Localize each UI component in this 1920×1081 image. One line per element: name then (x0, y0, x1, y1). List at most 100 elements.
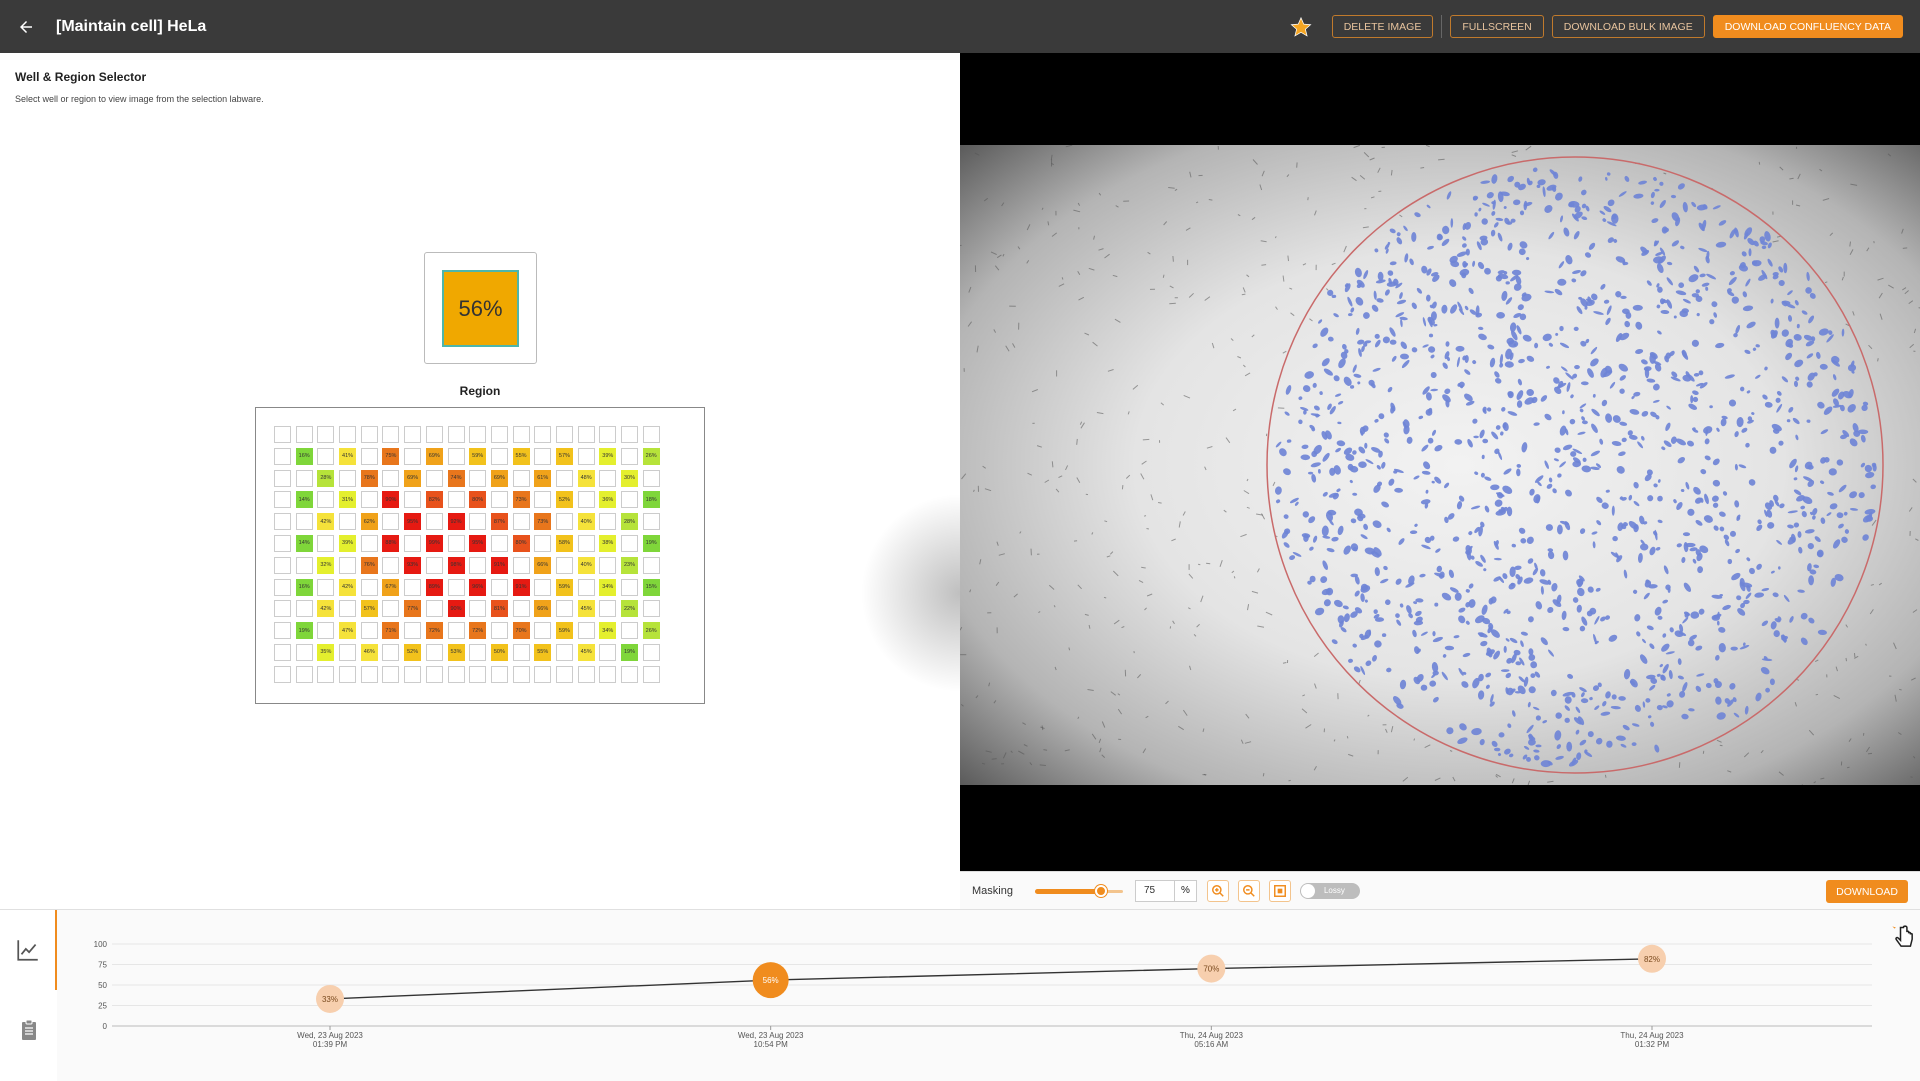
plate-region-cell[interactable]: 15% (643, 579, 660, 596)
plate-region-cell[interactable] (361, 622, 378, 639)
plate-region-cell[interactable] (599, 666, 616, 683)
plate-region-cell[interactable]: 14% (296, 491, 313, 508)
plate-region-cell[interactable]: 77% (404, 600, 421, 617)
download-confluency-data-button[interactable]: DOWNLOAD CONFLUENCY DATA (1713, 15, 1903, 38)
plate-region-cell[interactable] (491, 622, 508, 639)
plate-region-cell[interactable] (599, 426, 616, 443)
plate-region-cell[interactable] (556, 426, 573, 443)
plate-region-cell[interactable] (469, 666, 486, 683)
plate-region-cell[interactable]: 53% (448, 644, 465, 661)
plate-region-cell[interactable] (556, 513, 573, 530)
plate-region-cell[interactable] (491, 579, 508, 596)
plate-region-cell[interactable] (317, 535, 334, 552)
rail-item-chart[interactable] (0, 910, 57, 990)
plate-region-cell[interactable]: 62% (361, 513, 378, 530)
plate-region-cell[interactable] (513, 666, 530, 683)
plate-region-cell[interactable] (491, 426, 508, 443)
plate-region-cell[interactable] (643, 644, 660, 661)
plate-region-cell[interactable] (469, 513, 486, 530)
plate-region-cell[interactable]: 52% (404, 644, 421, 661)
lossy-toggle[interactable]: Lossy (1300, 883, 1360, 899)
masking-value-input[interactable] (1135, 880, 1175, 902)
plate-region-cell[interactable] (491, 448, 508, 465)
plate-region-cell[interactable] (296, 557, 313, 574)
plate-region-cell[interactable] (469, 426, 486, 443)
plate-region-cell[interactable]: 19% (296, 622, 313, 639)
plate-region-cell[interactable] (643, 513, 660, 530)
plate-region-cell[interactable] (513, 644, 530, 661)
plate-region-cell[interactable]: 75% (382, 448, 399, 465)
plate-region-cell[interactable]: 22% (621, 600, 638, 617)
plate-region-cell[interactable] (448, 448, 465, 465)
plate-region-cell[interactable]: 99% (426, 535, 443, 552)
plate-region-cell[interactable]: 93% (404, 557, 421, 574)
fullscreen-button[interactable]: FULLSCREEN (1450, 15, 1543, 38)
plate-region-cell[interactable] (361, 426, 378, 443)
plate-region-cell[interactable] (643, 470, 660, 487)
plate-region-cell[interactable]: 88% (382, 535, 399, 552)
plate-region-cell[interactable]: 34% (599, 622, 616, 639)
plate-region-cell[interactable] (382, 426, 399, 443)
plate-region-cell[interactable] (296, 470, 313, 487)
plate-region-cell[interactable] (404, 448, 421, 465)
plate-region-cell[interactable] (274, 448, 291, 465)
plate-region-cell[interactable] (382, 513, 399, 530)
plate-region-cell[interactable]: 18% (643, 491, 660, 508)
plate-region-cell[interactable] (339, 426, 356, 443)
plate-region-cell[interactable] (426, 426, 443, 443)
plate-region-cell[interactable]: 39% (599, 448, 616, 465)
plate-region-cell[interactable] (469, 600, 486, 617)
plate-region-cell[interactable] (426, 513, 443, 530)
confluency-line-chart[interactable]: 100755025033%Wed, 23 Aug 202301:39 PM56%… (57, 910, 1920, 1081)
plate-region-cell[interactable]: 69% (426, 448, 443, 465)
plate-region-cell[interactable]: 45% (578, 600, 595, 617)
plate-region-cell[interactable] (578, 622, 595, 639)
plate-region-cell[interactable]: 36% (599, 491, 616, 508)
plate-region-cell[interactable] (643, 666, 660, 683)
plate-region-cell[interactable]: 52% (556, 491, 573, 508)
plate-region-cell[interactable] (469, 644, 486, 661)
plate-region-cell[interactable]: 28% (621, 513, 638, 530)
plate-region-cell[interactable] (599, 470, 616, 487)
plate-region-cell[interactable]: 81% (491, 600, 508, 617)
plate-region-cell[interactable]: 59% (556, 622, 573, 639)
plate-region-cell[interactable] (621, 579, 638, 596)
plate-region-cell[interactable] (404, 666, 421, 683)
plate-region-cell[interactable] (274, 557, 291, 574)
plate-region-cell[interactable] (274, 579, 291, 596)
plate-region-cell[interactable] (361, 448, 378, 465)
plate-region-cell[interactable]: 26% (643, 448, 660, 465)
plate-region-cell[interactable]: 16% (296, 448, 313, 465)
plate-region-cell[interactable] (404, 535, 421, 552)
plate-region-cell[interactable] (513, 470, 530, 487)
plate-region-cell[interactable] (339, 557, 356, 574)
plate-region-cell[interactable] (274, 470, 291, 487)
plate-region-cell[interactable] (296, 644, 313, 661)
plate-region-cell[interactable]: 72% (469, 622, 486, 639)
plate-region-cell[interactable] (382, 644, 399, 661)
plate-region-cell[interactable] (404, 622, 421, 639)
plate-region-cell[interactable]: 47% (339, 622, 356, 639)
plate-region-cell[interactable] (578, 666, 595, 683)
plate-region-cell[interactable] (534, 535, 551, 552)
plate-region-cell[interactable] (382, 470, 399, 487)
plate-region-cell[interactable] (382, 666, 399, 683)
plate-region-cell[interactable] (317, 448, 334, 465)
plate-region-cell[interactable]: 55% (534, 644, 551, 661)
plate-region-cell[interactable] (448, 491, 465, 508)
plate-region-cell[interactable] (296, 666, 313, 683)
plate-region-cell[interactable] (556, 666, 573, 683)
plate-region-cell[interactable]: 74% (448, 470, 465, 487)
plate-region-cell[interactable]: 32% (317, 557, 334, 574)
zoom-out-button[interactable] (1238, 880, 1260, 902)
plate-region-cell[interactable]: 19% (643, 535, 660, 552)
plate-region-cell[interactable] (621, 491, 638, 508)
plate-region-cell[interactable]: 26% (643, 622, 660, 639)
masking-slider[interactable] (1035, 884, 1123, 898)
plate-region-cell[interactable] (361, 666, 378, 683)
plate-region-cell[interactable]: 55% (513, 448, 530, 465)
selected-well[interactable]: 56% (442, 270, 519, 347)
plate-region-cell[interactable] (296, 426, 313, 443)
back-button[interactable] (12, 13, 40, 41)
plate-region-cell[interactable] (339, 666, 356, 683)
